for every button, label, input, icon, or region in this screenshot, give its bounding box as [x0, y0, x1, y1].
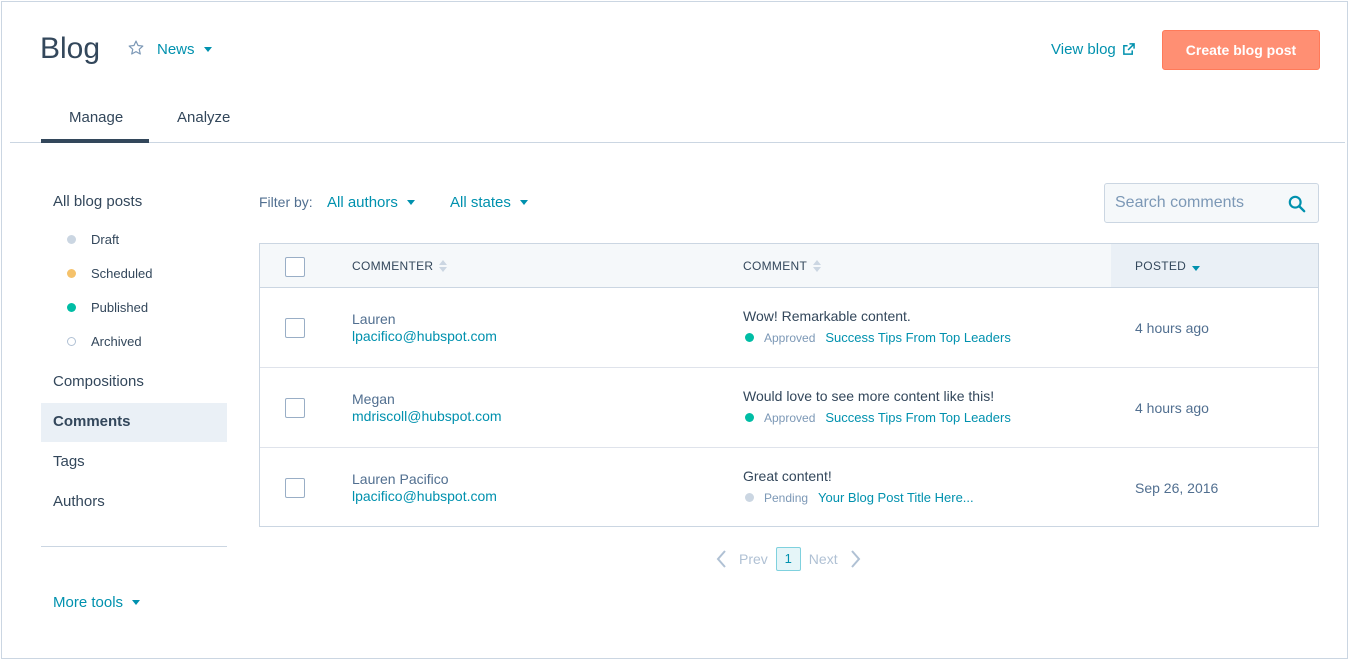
- comments-table: COMMENTER COMMENT POSTED Lauren lpacific…: [259, 243, 1319, 527]
- sort-icon: [439, 260, 448, 272]
- sidebar-item-scheduled[interactable]: Scheduled: [67, 266, 152, 281]
- search-box: [1104, 183, 1319, 223]
- chevron-down-icon: [203, 47, 212, 52]
- comment-status: Pending: [764, 490, 809, 505]
- states-filter-dropdown[interactable]: All states: [450, 194, 528, 211]
- commenter-name: Lauren Pacifico: [352, 471, 449, 487]
- sort-icon: [813, 260, 822, 272]
- select-all-checkbox[interactable]: [285, 257, 305, 277]
- chevron-down-icon: [406, 200, 415, 205]
- star-icon[interactable]: [127, 39, 145, 57]
- posted-time: Sep 26, 2016: [1135, 480, 1219, 496]
- approved-status-dot: [745, 413, 754, 422]
- posted-time: 4 hours ago: [1135, 320, 1209, 336]
- draft-status-dot: [67, 235, 76, 244]
- column-header-comment[interactable]: COMMENT: [743, 259, 822, 273]
- app-window: Blog News View blog Create blog post Man…: [1, 1, 1348, 659]
- next-page-button[interactable]: Next: [809, 551, 838, 567]
- filter-by-label: Filter by:: [259, 194, 313, 210]
- commenter-email-link[interactable]: lpacifico@hubspot.com: [352, 328, 497, 344]
- approved-status-dot: [745, 333, 754, 342]
- comment-meta: Approved Success Tips From Top Leaders: [745, 410, 1011, 425]
- comment-status: Approved: [764, 410, 816, 425]
- more-tools-dropdown[interactable]: More tools: [53, 594, 141, 611]
- sidebar-item-archived[interactable]: Archived: [67, 334, 142, 349]
- sidebar-item-label: Archived: [91, 334, 142, 349]
- row-checkbox[interactable]: [285, 398, 305, 418]
- row-checkbox[interactable]: [285, 478, 305, 498]
- tab-bar: Manage Analyze: [10, 102, 1345, 143]
- sidebar-item-comments[interactable]: Comments: [53, 413, 131, 430]
- blog-select-label: News: [157, 41, 195, 58]
- commenter-name: Megan: [352, 391, 395, 407]
- comment-text: Would love to see more content like this…: [743, 388, 995, 404]
- tab-manage[interactable]: Manage: [69, 109, 123, 126]
- sidebar-item-label: Scheduled: [91, 266, 153, 281]
- posted-time: 4 hours ago: [1135, 400, 1209, 416]
- sidebar-item-compositions[interactable]: Compositions: [53, 373, 144, 390]
- sidebar-item-all-blog-posts[interactable]: All blog posts: [53, 193, 142, 210]
- row-checkbox[interactable]: [285, 318, 305, 338]
- chevron-down-icon: [519, 200, 528, 205]
- table-row: Lauren Pacifico lpacifico@hubspot.com Gr…: [260, 448, 1318, 528]
- chevron-right-icon[interactable]: [848, 549, 862, 569]
- chevron-left-icon[interactable]: [715, 549, 729, 569]
- commenter-name: Lauren: [352, 311, 396, 327]
- create-blog-post-button[interactable]: Create blog post: [1162, 30, 1320, 70]
- sidebar-item-authors[interactable]: Authors: [53, 493, 105, 510]
- post-title-link[interactable]: Success Tips From Top Leaders: [825, 330, 1010, 345]
- comment-meta: Approved Success Tips From Top Leaders: [745, 330, 1011, 345]
- search-icon[interactable]: [1288, 195, 1306, 213]
- sidebar-item-tags[interactable]: Tags: [53, 453, 85, 470]
- active-tab-indicator: [41, 139, 149, 143]
- table-row: Megan mdriscoll@hubspot.com Would love t…: [260, 368, 1318, 448]
- sidebar-divider: [41, 546, 227, 547]
- commenter-email-link[interactable]: mdriscoll@hubspot.com: [352, 408, 502, 424]
- blog-select-dropdown[interactable]: News: [157, 41, 212, 58]
- column-header-commenter[interactable]: COMMENTER: [352, 259, 448, 273]
- more-tools-label: More tools: [53, 594, 124, 611]
- post-title-link[interactable]: Your Blog Post Title Here...: [818, 490, 974, 505]
- search-input[interactable]: [1115, 193, 1280, 213]
- table-header: COMMENTER COMMENT POSTED: [260, 244, 1318, 288]
- chevron-down-icon: [132, 600, 141, 605]
- post-title-link[interactable]: Success Tips From Top Leaders: [825, 410, 1010, 425]
- tab-analyze[interactable]: Analyze: [177, 109, 230, 126]
- comment-meta: Pending Your Blog Post Title Here...: [745, 490, 974, 505]
- sidebar-item-draft[interactable]: Draft: [67, 232, 119, 247]
- sidebar-item-published[interactable]: Published: [67, 300, 148, 315]
- column-header-label: POSTED: [1135, 259, 1187, 273]
- table-row: Lauren lpacifico@hubspot.com Wow! Remark…: [260, 288, 1318, 368]
- prev-page-button[interactable]: Prev: [739, 551, 768, 567]
- sort-descending-icon: [1192, 266, 1201, 271]
- pending-status-dot: [745, 493, 754, 502]
- sidebar-item-label: Draft: [91, 232, 120, 247]
- comment-text: Wow! Remarkable content.: [743, 308, 911, 324]
- external-link-icon: [1122, 43, 1135, 55]
- authors-filter-dropdown[interactable]: All authors: [327, 194, 415, 211]
- column-header-label: COMMENTER: [352, 259, 434, 273]
- sidebar-item-label: Published: [91, 300, 149, 315]
- current-page-button[interactable]: 1: [775, 547, 801, 571]
- page-title: Blog: [40, 32, 101, 65]
- comment-text: Great content!: [743, 468, 832, 484]
- archived-status-dot: [67, 337, 76, 346]
- comment-status: Approved: [764, 330, 816, 345]
- authors-filter-label: All authors: [327, 194, 398, 211]
- states-filter-label: All states: [450, 194, 511, 211]
- column-header-label: COMMENT: [743, 259, 808, 273]
- commenter-email-link[interactable]: lpacifico@hubspot.com: [352, 488, 497, 504]
- column-header-posted[interactable]: POSTED: [1135, 259, 1201, 273]
- published-status-dot: [67, 303, 76, 312]
- view-blog-label: View blog: [1051, 41, 1116, 58]
- pagination: Prev 1 Next: [715, 547, 862, 571]
- view-blog-link[interactable]: View blog: [1051, 41, 1135, 58]
- scheduled-status-dot: [67, 269, 76, 278]
